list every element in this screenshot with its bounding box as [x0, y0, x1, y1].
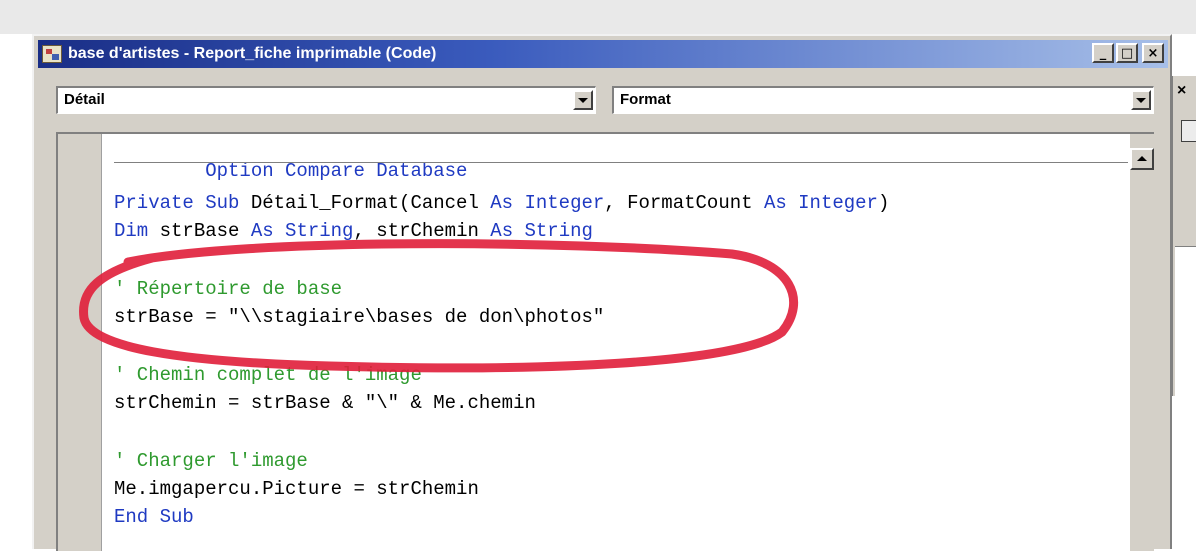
code-editor[interactable]: Option Compare Database Private Sub Déta… [56, 132, 1154, 551]
window-title: base d'artistes - Report_fiche imprimabl… [68, 45, 437, 62]
declarations-separator [114, 162, 1128, 163]
code-keyword: As String [250, 220, 354, 242]
code-comment: ' Chemin complet de l'image [114, 364, 422, 386]
code-line: strChemin = strBase & "\" & Me.chemin [114, 392, 536, 414]
code-keyword: As Integer [490, 192, 605, 214]
code-area[interactable]: Option Compare Database Private Sub Déta… [114, 134, 1128, 551]
code-comment: ' Charger l'image [114, 450, 308, 472]
chevron-down-icon[interactable] [573, 90, 593, 110]
maximize-button[interactable]: □ [1116, 43, 1138, 63]
code-line: Me.imgapercu.Picture = strChemin [114, 478, 479, 500]
title-bar[interactable]: base d'artistes - Report_fiche imprimabl… [38, 40, 1168, 68]
code-keyword: Private Sub [114, 192, 240, 214]
code-line: Dim strBase As String, strChemin As Stri… [114, 220, 593, 242]
code-keyword: End Sub [114, 506, 194, 528]
close-icon[interactable]: × [1177, 82, 1186, 100]
background-panel [1175, 246, 1196, 397]
margin-indicator-bar[interactable] [58, 134, 102, 551]
code-text: , FormatCount [604, 192, 764, 214]
window-controls: _ □ × [1092, 43, 1164, 63]
code-comment: ' Répertoire de base [114, 278, 343, 300]
code-text: strBase [148, 220, 251, 242]
restore-icon[interactable] [1181, 120, 1196, 142]
chevron-down-icon[interactable] [1131, 90, 1151, 110]
code-window: base d'artistes - Report_fiche imprimabl… [32, 34, 1172, 551]
code-line: Private Sub Détail_Format(Cancel As Inte… [114, 192, 889, 214]
minimize-button[interactable]: _ [1092, 43, 1114, 63]
close-button[interactable]: × [1142, 43, 1164, 63]
background-window: × [1172, 76, 1196, 397]
code-line: strBase = "\\stagiaire\bases de don\phot… [114, 306, 605, 328]
code-text: Détail_Format(Cancel [239, 192, 491, 214]
code-keyword: As Integer [763, 192, 878, 214]
scroll-up-arrow-icon[interactable] [1130, 148, 1154, 170]
vertical-scrollbar[interactable] [1130, 134, 1154, 551]
access-module-icon[interactable] [42, 45, 62, 63]
object-dropdown-value: Détail [64, 91, 105, 108]
code-text: , strChemin [353, 220, 491, 242]
procedure-dropdown[interactable]: Format [612, 86, 1154, 114]
object-dropdown[interactable]: Détail [56, 86, 596, 114]
code-keyword: Dim [114, 220, 149, 242]
desktop-background [0, 0, 1196, 34]
code-keyword: Option Compare Database [205, 160, 468, 182]
procedure-dropdown-value: Format [620, 91, 671, 108]
code-keyword: As String [490, 220, 593, 242]
code-text: ) [877, 192, 890, 214]
